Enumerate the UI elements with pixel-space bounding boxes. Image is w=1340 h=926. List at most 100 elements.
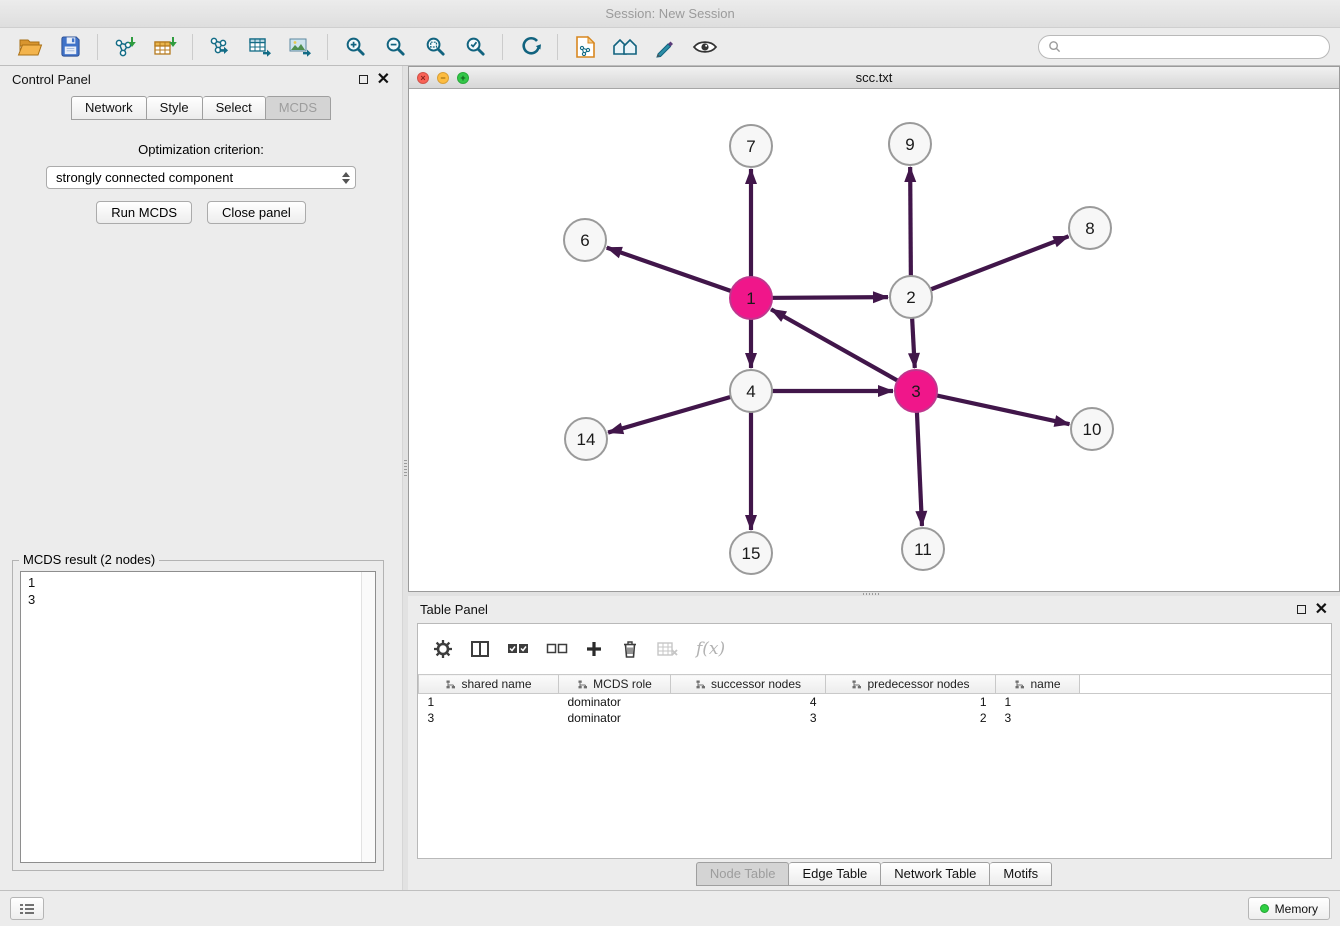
search-field[interactable]: [1038, 35, 1330, 59]
brush-button[interactable]: [645, 31, 685, 63]
graph-node-6[interactable]: 6: [564, 219, 606, 261]
import-network-button[interactable]: [105, 31, 145, 63]
save-session-button[interactable]: [50, 31, 90, 63]
apply-layout-button[interactable]: [510, 31, 550, 63]
close-window-icon[interactable]: ×: [417, 72, 429, 84]
graph-node-7[interactable]: 7: [730, 125, 772, 167]
delete-table-button-disabled[interactable]: [657, 641, 679, 657]
memory-button[interactable]: Memory: [1248, 897, 1330, 920]
zoom-out-button[interactable]: [375, 31, 415, 63]
brush-icon: [654, 36, 676, 58]
column-header-name[interactable]: name: [996, 675, 1080, 694]
column-header-successor-nodes[interactable]: successor nodes: [671, 675, 826, 694]
graph-node-4[interactable]: 4: [730, 370, 772, 412]
graph-node-9[interactable]: 9: [889, 123, 931, 165]
status-bar: Memory: [0, 890, 1340, 926]
graph-node-10[interactable]: 10: [1071, 408, 1113, 450]
run-mcds-button[interactable]: Run MCDS: [96, 201, 192, 224]
deselect-all-button[interactable]: [546, 642, 568, 656]
table-cell: dominator: [559, 694, 671, 710]
network-window-title: scc.txt: [856, 70, 893, 85]
splitter-grip[interactable]: [863, 593, 879, 595]
task-history-button[interactable]: [10, 897, 44, 920]
float-panel-icon[interactable]: [1297, 605, 1306, 614]
table-row[interactable]: 3dominator323: [419, 710, 1332, 726]
graph-edge-1-6[interactable]: [607, 248, 751, 298]
table-row[interactable]: 1dominator411: [419, 694, 1332, 710]
mcds-result-list[interactable]: 13: [20, 571, 376, 863]
tab-style[interactable]: Style: [147, 96, 203, 120]
optimization-criterion-select[interactable]: strongly connected component: [46, 166, 356, 189]
open-file-button[interactable]: [10, 31, 50, 63]
function-builder-button[interactable]: f(x): [696, 639, 725, 659]
graph-node-3[interactable]: 3: [895, 370, 937, 412]
column-header-MCDS-role[interactable]: MCDS role: [559, 675, 671, 694]
graph-node-2[interactable]: 2: [890, 276, 932, 318]
column-header-predecessor-nodes[interactable]: predecessor nodes: [826, 675, 996, 694]
graph-edge-4-14[interactable]: [608, 391, 751, 433]
tab-network[interactable]: Network: [71, 96, 147, 120]
graph-node-11[interactable]: 11: [902, 528, 944, 570]
export-network-button[interactable]: [200, 31, 240, 63]
close-panel-icon[interactable]: ✕: [377, 72, 390, 88]
tab-motifs[interactable]: Motifs: [990, 862, 1052, 886]
mcds-result-title: MCDS result (2 nodes): [19, 552, 159, 567]
optimization-criterion-value: strongly connected component: [56, 170, 233, 185]
float-panel-icon[interactable]: [359, 75, 368, 84]
zoom-selected-button[interactable]: [455, 31, 495, 63]
export-image-button[interactable]: [280, 31, 320, 63]
columns-icon: [470, 640, 490, 658]
gear-icon: [433, 639, 453, 659]
first-neighbors-button[interactable]: [605, 31, 645, 63]
tab-edge-table[interactable]: Edge Table: [789, 862, 881, 886]
import-table-button[interactable]: [145, 31, 185, 63]
select-all-button[interactable]: [507, 642, 529, 656]
column-header-shared-name[interactable]: shared name: [419, 675, 559, 694]
graph-node-14[interactable]: 14: [565, 418, 607, 460]
graph-edge-3-10[interactable]: [916, 391, 1070, 424]
zoom-out-icon: [384, 35, 407, 58]
close-panel-button[interactable]: Close panel: [207, 201, 306, 224]
zoom-in-icon: [344, 35, 367, 58]
table-toolbar: f(x): [418, 624, 1331, 674]
graph-edge-2-8[interactable]: [911, 236, 1069, 297]
refresh-icon: [518, 35, 542, 59]
graph-node-15[interactable]: 15: [730, 532, 772, 574]
network-document-button[interactable]: [565, 31, 605, 63]
network-window-titlebar[interactable]: × − + scc.txt: [409, 67, 1339, 89]
mcds-tab-content: Optimization criterion: strongly connect…: [0, 142, 402, 224]
graph-node-8[interactable]: 8: [1069, 207, 1111, 249]
table-cell: dominator: [559, 710, 671, 726]
add-column-button[interactable]: [585, 640, 603, 658]
mcds-result-line: 1: [28, 574, 368, 591]
result-scrollbar[interactable]: [361, 572, 375, 862]
table-panel-title: Table Panel: [420, 602, 488, 617]
network-canvas-svg[interactable]: 7 9 6 8 1 2 4 3 14 10 15 11: [409, 89, 1339, 591]
toolbar-separator: [502, 34, 503, 60]
show-columns-button[interactable]: [470, 640, 490, 658]
minimize-window-icon[interactable]: −: [437, 72, 449, 84]
graph-node-1[interactable]: 1: [730, 277, 772, 319]
zoom-fit-button[interactable]: [415, 31, 455, 63]
show-hide-button[interactable]: [685, 31, 725, 63]
export-table-button[interactable]: [240, 31, 280, 63]
close-panel-icon[interactable]: ✕: [1315, 602, 1328, 618]
window-titlebar[interactable]: Session: New Session: [0, 0, 1340, 28]
table-panel-header: Table Panel ✕: [408, 596, 1340, 623]
search-input[interactable]: [1066, 39, 1320, 54]
main-toolbar: [0, 28, 1340, 66]
tab-mcds[interactable]: MCDS: [266, 96, 331, 120]
maximize-window-icon[interactable]: +: [457, 72, 469, 84]
zoom-in-button[interactable]: [335, 31, 375, 63]
toolbar-separator: [327, 34, 328, 60]
table-cell: 3: [419, 710, 559, 726]
tab-network-table[interactable]: Network Table: [881, 862, 990, 886]
delete-column-button[interactable]: [620, 639, 640, 659]
tab-node-table[interactable]: Node Table: [696, 862, 790, 886]
tab-select[interactable]: Select: [203, 96, 266, 120]
graph-edge-3-1[interactable]: [771, 309, 916, 391]
splitter-grip[interactable]: [404, 460, 407, 476]
table-panel: Table Panel ✕: [408, 596, 1340, 890]
mcds-result-line: 3: [28, 591, 368, 608]
table-settings-button[interactable]: [433, 639, 453, 659]
